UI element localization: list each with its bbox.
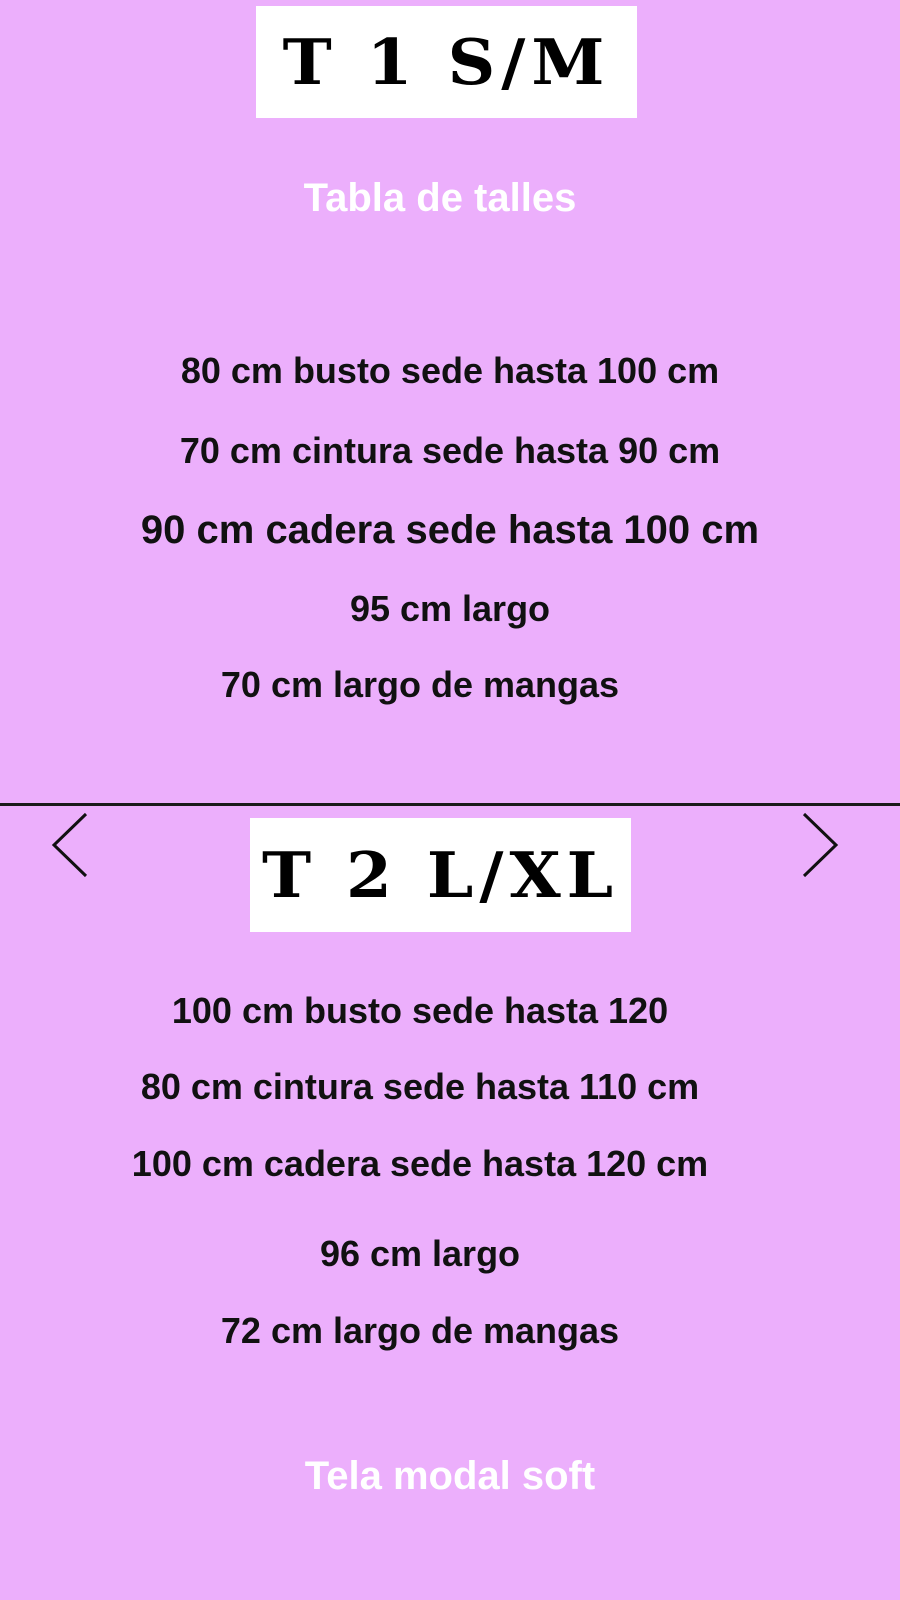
measure-line: 100 cm busto sede hasta 120 — [171, 990, 669, 1031]
size-label-l-xl: T 2 L/XL — [261, 837, 620, 913]
chevron-left-icon[interactable] — [50, 810, 90, 880]
measure-line: 90 cm cadera sede hasta 100 cm — [140, 508, 760, 552]
measure-line: 72 cm largo de mangas — [220, 1310, 620, 1351]
section-divider — [0, 803, 900, 806]
measure-line: 70 cm cintura sede hasta 90 cm — [179, 430, 721, 471]
size-label-box-l-xl: T 2 L/XL — [250, 818, 631, 932]
fabric-note: Tela modal soft — [304, 1454, 596, 1498]
measure-line: 80 cm busto sede hasta 100 cm — [180, 350, 720, 391]
measure-line: 95 cm largo — [349, 588, 551, 629]
measure-line: 80 cm cintura sede hasta 110 cm — [140, 1066, 700, 1107]
measure-line: 100 cm cadera sede hasta 120 cm — [131, 1143, 709, 1184]
size-label-box-s-m: T 1 S/M — [256, 6, 637, 118]
size-label-s-m: T 1 S/M — [282, 24, 611, 100]
measure-line: 70 cm largo de mangas — [220, 664, 620, 705]
chevron-right-icon[interactable] — [800, 810, 840, 880]
measure-line: 96 cm largo — [319, 1233, 521, 1274]
size-chart-title: Tabla de talles — [303, 176, 577, 220]
